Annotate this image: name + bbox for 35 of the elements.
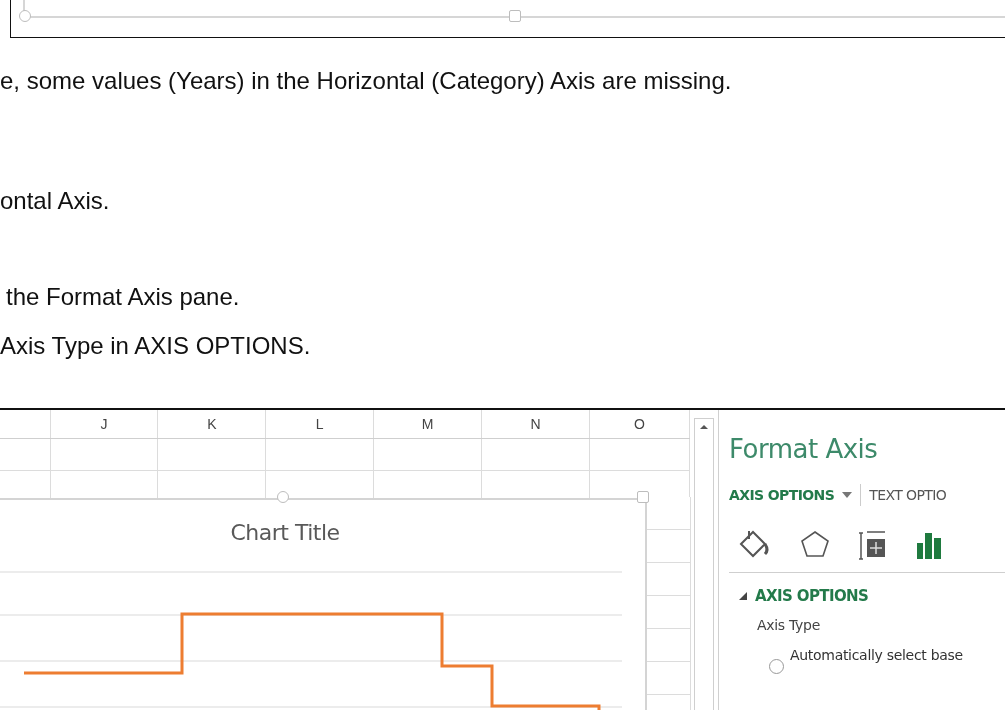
pane-tab[interactable]: AXIS OPTIONS <box>729 487 853 503</box>
chart-title: Chart Title <box>229 520 341 545</box>
resize-handle[interactable] <box>19 10 31 22</box>
field-label: Axis Type <box>756 617 821 633</box>
pane-title: Format Axis <box>729 434 879 464</box>
caret-icon <box>842 491 853 499</box>
column-header[interactable]: L <box>266 410 375 438</box>
column-header[interactable]: K <box>158 410 267 438</box>
resize-handle[interactable] <box>637 491 649 503</box>
chart-area[interactable]: Chart Title <box>0 498 647 710</box>
paragraph-text: the Format Axis pane. <box>6 282 241 312</box>
cell-column[interactable] <box>590 439 690 498</box>
section-title: AXIS OPTIONS <box>755 587 869 605</box>
column-header[interactable]: N <box>482 410 591 438</box>
cell-column[interactable] <box>0 439 51 498</box>
cell-column[interactable] <box>50 439 159 498</box>
option-label[interactable]: Automatically select base <box>790 647 963 663</box>
pane-tab[interactable]: TEXT OPTIO <box>869 487 947 503</box>
resize-handle[interactable] <box>509 10 521 22</box>
paragraph-text: ontal Axis. <box>0 186 111 216</box>
cell-column[interactable] <box>645 497 691 710</box>
cell-column[interactable] <box>266 439 375 498</box>
column-header[interactable]: O <box>590 410 690 438</box>
scrollbar[interactable] <box>694 418 714 710</box>
scroll-up-icon[interactable] <box>699 423 709 431</box>
paragraph-text: e, some values (Years) in the Horizontal (Category) Axis are missing. <box>0 66 733 96</box>
cell-column[interactable] <box>158 439 267 498</box>
cell-column[interactable] <box>374 439 483 498</box>
collapse-triangle-icon[interactable] <box>739 592 747 600</box>
cell-column[interactable] <box>482 439 591 498</box>
paragraph-text: Axis Type in AXIS OPTIONS. <box>0 331 312 361</box>
size-properties-icon[interactable] <box>859 529 887 561</box>
column-header[interactable]: M <box>374 410 483 438</box>
column-header[interactable]: J <box>50 410 159 438</box>
radio-button[interactable] <box>769 659 784 674</box>
